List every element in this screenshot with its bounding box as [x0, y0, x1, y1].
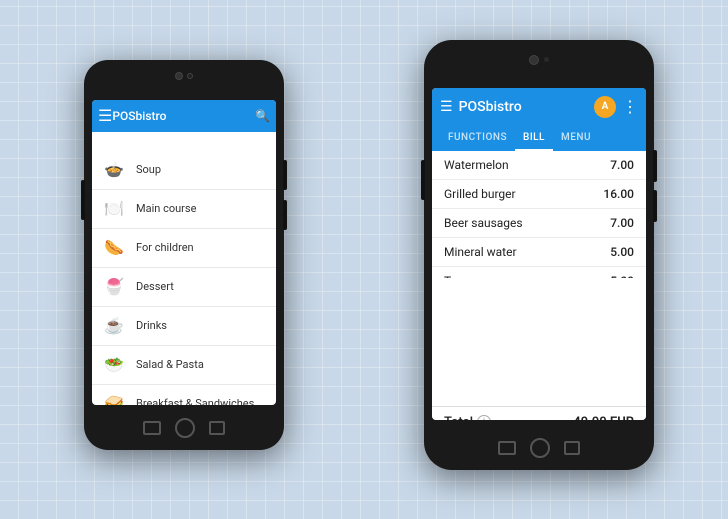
bill-screen: Watermelon 7.00 Grilled burger 16.00 Bee…	[432, 151, 646, 420]
bottom-nav-front	[498, 438, 580, 458]
tab-functions[interactable]: FUNCTIONS	[440, 126, 515, 151]
bill-item-name: Beer sausages	[444, 216, 523, 230]
drinks-icon: ☕	[100, 312, 128, 340]
bottom-nav-back	[143, 418, 225, 438]
bill-item-name: Mineral water	[444, 245, 517, 259]
front-back-nav-button[interactable]	[498, 441, 516, 455]
bill-total-bar: Total i 40.00 EUR	[432, 406, 646, 420]
list-item[interactable]: ☕ Drinks	[92, 307, 276, 346]
phone-front: ☰ POSbistro A ⋮ FUNCTIONS BILL MENU Wate…	[424, 40, 654, 470]
bill-item-price: 5.00	[610, 245, 634, 259]
list-item[interactable]: 🥗 Salad & Pasta	[92, 346, 276, 385]
menu-item-label: Soup	[136, 163, 161, 176]
info-icon[interactable]: i	[477, 415, 491, 420]
scene: ☰ POSbistro 🔍 BILL MENU 🍲 Soup 🍽️ Main c…	[24, 20, 704, 500]
bill-item-row[interactable]: Tea 5.00	[432, 267, 646, 279]
salad-icon: 🥗	[100, 351, 128, 379]
hamburger-icon[interactable]: ☰	[98, 106, 112, 125]
menu-item-label: Salad & Pasta	[136, 358, 204, 371]
menu-list: 🍲 Soup 🍽️ Main course 🌭 For children 🍧 D…	[92, 151, 276, 405]
avatar: A	[594, 96, 616, 118]
vol-up-button[interactable]	[283, 160, 287, 190]
front-power-button[interactable]	[421, 160, 425, 200]
bill-spacer	[432, 278, 646, 406]
list-item[interactable]: 🍲 Soup	[92, 151, 276, 190]
bill-item-row[interactable]: Grilled burger 16.00	[432, 180, 646, 209]
list-item[interactable]: 🍽️ Main course	[92, 190, 276, 229]
back-phone-camera	[84, 60, 284, 92]
bill-item-price: 16.00	[603, 187, 634, 201]
bill-item-row[interactable]: Watermelon 7.00	[432, 151, 646, 180]
bill-item-price: 7.00	[610, 158, 634, 172]
search-icon[interactable]: 🔍	[255, 109, 270, 123]
soup-icon: 🍲	[100, 156, 128, 184]
menu-item-label: For children	[136, 241, 194, 254]
front-tab-bar: FUNCTIONS BILL MENU	[432, 126, 646, 151]
menu-item-label: Breakfast & Sandwiches	[136, 397, 254, 405]
back-tab-bar: BILL MENU	[92, 132, 276, 151]
front-phone-screen: ☰ POSbistro A ⋮ FUNCTIONS BILL MENU Wate…	[432, 88, 646, 420]
tab-menu[interactable]: MENU	[553, 126, 599, 151]
front-phone-top	[424, 40, 654, 80]
tab-menu-back[interactable]: MENU	[126, 140, 163, 150]
front-vol-up[interactable]	[653, 150, 657, 182]
phone-back: ☰ POSbistro 🔍 BILL MENU 🍲 Soup 🍽️ Main c…	[84, 60, 284, 450]
front-home-nav-button[interactable]	[530, 438, 550, 458]
menu-item-label: Drinks	[136, 319, 167, 332]
children-icon: 🌭	[100, 234, 128, 262]
menu-item-label: Dessert	[136, 280, 174, 293]
front-app-title: POSbistro	[459, 99, 594, 115]
recent-nav-button[interactable]	[209, 421, 225, 435]
main-course-icon: 🍽️	[100, 195, 128, 223]
back-app-header: ☰ POSbistro 🔍	[92, 100, 276, 132]
front-vol-down[interactable]	[653, 190, 657, 222]
power-button[interactable]	[81, 180, 85, 220]
bill-item-name: Grilled burger	[444, 187, 516, 201]
bill-item-row[interactable]: Mineral water 5.00	[432, 238, 646, 267]
bill-item-price: 7.00	[610, 216, 634, 230]
bill-items-list: Watermelon 7.00 Grilled burger 16.00 Bee…	[432, 151, 646, 279]
dessert-icon: 🍧	[100, 273, 128, 301]
list-item[interactable]: 🥪 Breakfast & Sandwiches	[92, 385, 276, 405]
back-app-title: POSbistro	[112, 109, 255, 123]
menu-item-label: Main course	[136, 202, 196, 215]
back-phone-screen: ☰ POSbistro 🔍 BILL MENU 🍲 Soup 🍽️ Main c…	[92, 100, 276, 405]
back-nav-button[interactable]	[143, 421, 161, 435]
list-item[interactable]: 🌭 For children	[92, 229, 276, 268]
app-header: ☰ POSbistro A ⋮	[432, 88, 646, 126]
bill-total-amount: 40.00 EUR	[573, 415, 634, 420]
front-hamburger-icon[interactable]: ☰	[440, 99, 453, 115]
bill-total-label: Total i	[444, 415, 491, 420]
front-sensor2	[544, 57, 549, 62]
more-options-icon[interactable]: ⋮	[622, 97, 638, 116]
home-nav-button[interactable]	[175, 418, 195, 438]
list-item[interactable]: 🍧 Dessert	[92, 268, 276, 307]
front-camera	[529, 55, 539, 65]
tab-bill-back[interactable]: BILL	[92, 140, 122, 152]
vol-down-button[interactable]	[283, 200, 287, 230]
tab-bill[interactable]: BILL	[515, 126, 553, 151]
bill-item-row[interactable]: Beer sausages 7.00	[432, 209, 646, 238]
front-sensor	[187, 73, 193, 79]
breakfast-icon: 🥪	[100, 390, 128, 405]
bill-item-name: Watermelon	[444, 158, 509, 172]
front-recent-nav-button[interactable]	[564, 441, 580, 455]
camera-lens	[175, 72, 183, 80]
header-icons: A ⋮	[594, 96, 638, 118]
